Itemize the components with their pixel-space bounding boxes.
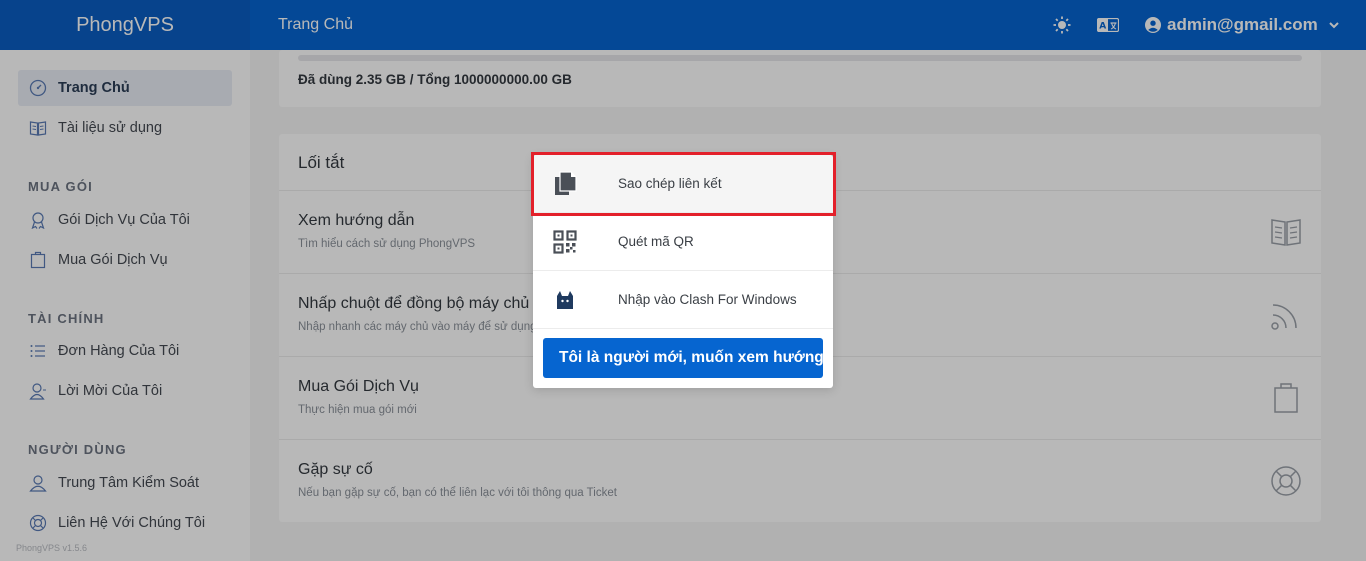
option-label: Nhập vào Clash For Windows [618, 292, 797, 307]
import-clash-option[interactable]: Nhập vào Clash For Windows [533, 271, 833, 329]
option-label: Quét mã QR [618, 234, 694, 249]
scan-qr-option[interactable]: Quét mã QR [533, 213, 833, 271]
clash-cat-icon [552, 286, 578, 314]
new-user-guide-button[interactable]: Tôi là người mới, muốn xem hướng dẫn [543, 338, 823, 378]
qr-code-icon [552, 228, 578, 256]
highlight-box [531, 152, 836, 216]
